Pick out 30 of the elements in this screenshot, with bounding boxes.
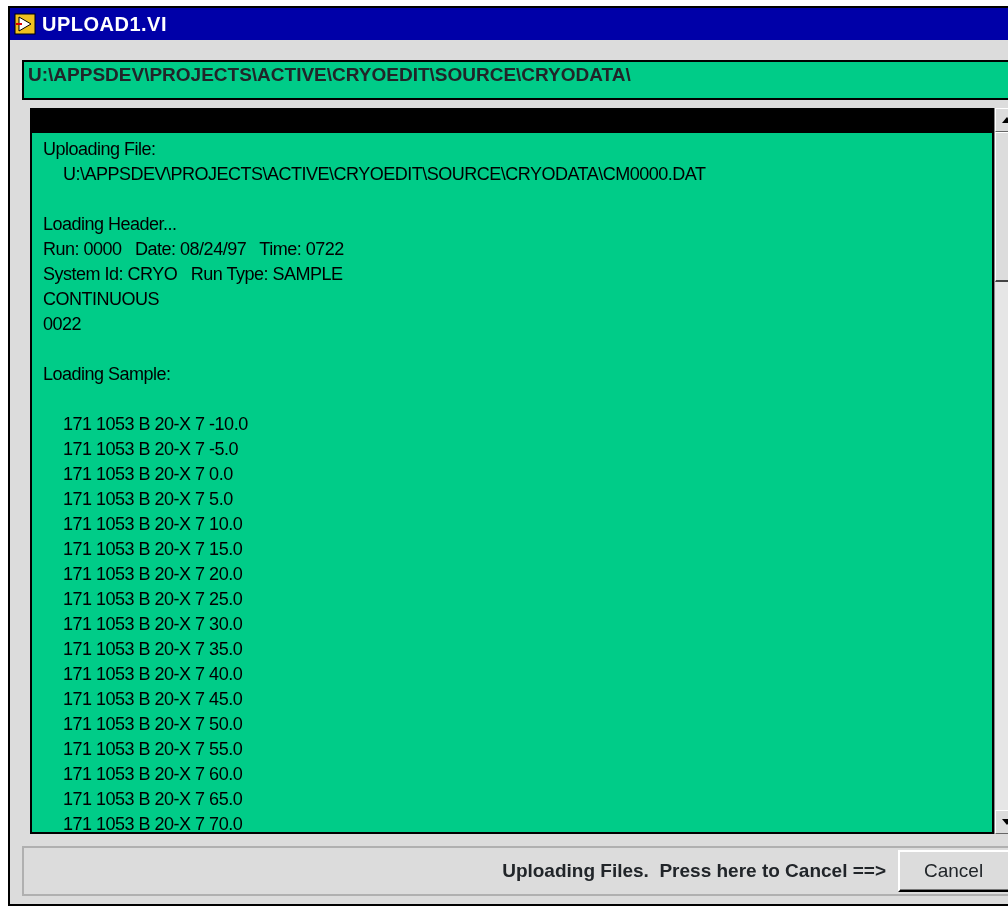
log-line: 171 1053 B 20-X 7 10.0 xyxy=(63,513,243,536)
window-title: UPLOAD1.VI xyxy=(42,12,168,37)
log-line: 171 1053 B 20-X 7 50.0 xyxy=(63,713,243,736)
log-line: Loading Sample: xyxy=(43,364,171,384)
log-line: 171 1053 B 20-X 7 20.0 xyxy=(63,563,243,586)
log-line: 171 1053 B 20-X 7 15.0 xyxy=(63,538,243,561)
log-line: Loading Header... xyxy=(43,214,177,234)
log-line: 171 1053 B 20-X 7 40.0 xyxy=(63,663,243,686)
log-line: 171 1053 B 20-X 7 25.0 xyxy=(63,588,243,611)
log-line: 0022 xyxy=(43,314,82,334)
log-line: 171 1053 B 20-X 7 -10.0 xyxy=(63,413,248,436)
log-line: 171 1053 B 20-X 7 70.0 xyxy=(63,813,243,836)
log-line: System Id: CRYO Run Type: SAMPLE xyxy=(43,264,343,284)
log-line: 171 1053 B 20-X 7 35.0 xyxy=(63,638,243,661)
log-line: 171 1053 B 20-X 7 0.0 xyxy=(63,463,233,486)
cancel-button[interactable]: Cancel xyxy=(898,850,1008,892)
log-line: 171 1053 B 20-X 7 5.0 xyxy=(63,488,233,511)
log-line: U:\APPSDEV\PROJECTS\ACTIVE\CRYOEDIT\SOURCE\CRYODATA\CM0000.DAT xyxy=(63,163,706,186)
log-line: 171 1053 B 20-X 7 45.0 xyxy=(63,688,243,711)
log-line: Uploading File: xyxy=(43,139,156,159)
log-line: 171 1053 B 20-X 7 30.0 xyxy=(63,613,243,636)
log-line: 171 1053 B 20-X 7 55.0 xyxy=(63,738,243,761)
log-line: CONTINUOUS xyxy=(43,289,159,309)
app-icon xyxy=(14,13,36,35)
path-field: U:\APPSDEV\PROJECTS\ACTIVE\CRYOEDIT\SOURCE\CRYODATA\ xyxy=(22,60,1008,100)
status-message: Uploading Files. Press here to Cancel ==> xyxy=(502,858,886,883)
log-line: 171 1053 B 20-X 7 60.0 xyxy=(63,763,243,786)
log-line: 171 1053 B 20-X 7 65.0 xyxy=(63,788,243,811)
log-line: Run: 0000 Date: 08/24/97 Time: 0722 xyxy=(43,239,344,259)
log-line: 171 1053 B 20-X 7 -5.0 xyxy=(63,438,239,461)
